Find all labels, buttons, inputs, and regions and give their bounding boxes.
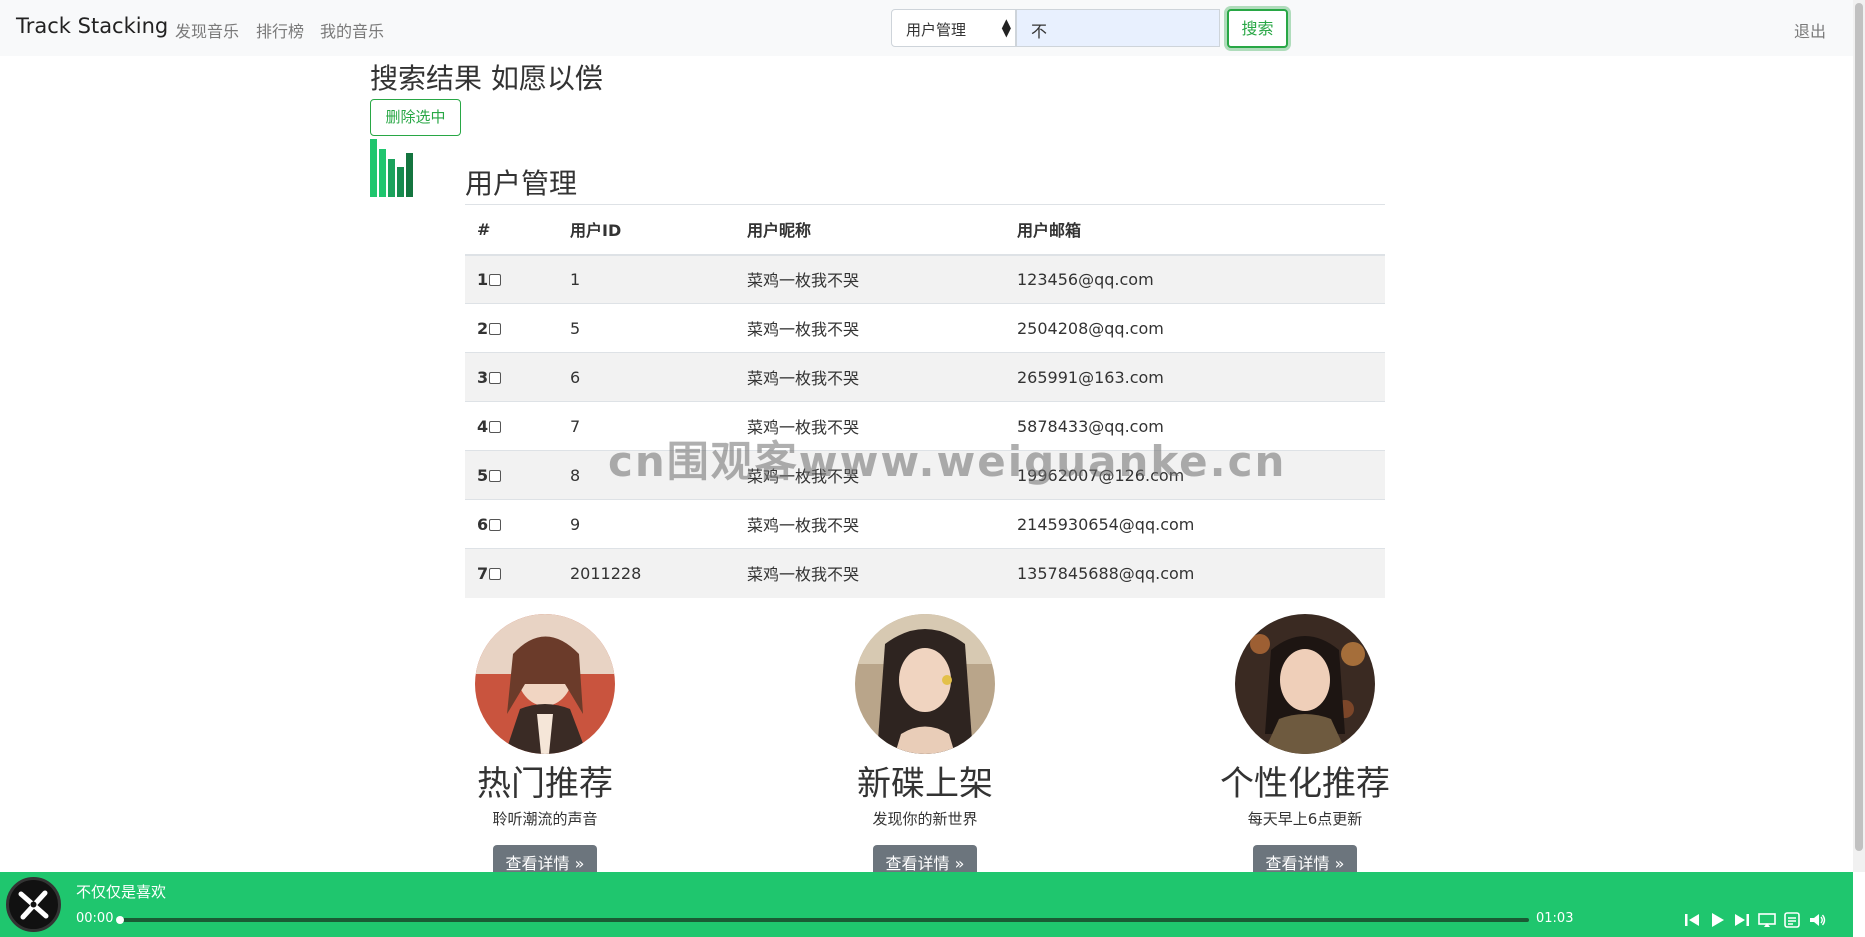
card-avatar-image (855, 614, 995, 754)
row-index: 7 (465, 548, 558, 598)
row-checkbox[interactable] (489, 567, 502, 580)
card-subtitle: 聆听潮流的声音 (492, 810, 598, 828)
row-index: 3 (465, 352, 558, 402)
row-index: 4 (465, 401, 558, 451)
row-email: 1357845688@qq.com (1005, 548, 1385, 598)
section-title: 用户管理 (465, 167, 578, 200)
play-icon[interactable] (1706, 910, 1728, 930)
row-nickname: 菜鸡一枚我不哭 (735, 548, 1005, 598)
nav-link-my-music[interactable]: 我的音乐 (320, 18, 384, 42)
total-time: 01:03 (1536, 911, 1574, 926)
row-email: 2504208@qq.com (1005, 303, 1385, 353)
row-checkbox[interactable] (489, 420, 502, 433)
equalizer-bars-icon (370, 137, 420, 197)
row-nickname: 菜鸡一枚我不哭 (735, 254, 1005, 304)
user-table: # 用户ID 用户昵称 用户邮箱 1 1 菜鸡一枚我不哭 123456@qq.c… (465, 204, 1385, 598)
current-time: 00:00 (76, 911, 114, 926)
scrollbar-thumb[interactable] (1855, 3, 1863, 851)
playlist-icon[interactable] (1781, 910, 1803, 930)
card-title: 个性化推荐 (1220, 764, 1390, 804)
row-nickname: 菜鸡一枚我不哭 (735, 303, 1005, 353)
row-checkbox[interactable] (489, 322, 502, 335)
col-header-email: 用户邮箱 (1005, 204, 1385, 256)
row-index: 2 (465, 303, 558, 353)
col-header-user-id: 用户ID (558, 204, 735, 256)
row-email: 265991@163.com (1005, 352, 1385, 402)
card-avatar-image (1235, 614, 1375, 754)
table-row: 1 1 菜鸡一枚我不哭 123456@qq.com (465, 254, 1385, 304)
card-title: 热门推荐 (477, 764, 613, 804)
page-scrollbar[interactable] (1853, 0, 1865, 872)
row-user-id: 1 (558, 254, 735, 304)
music-player: 不仅仅是喜欢 00:00 01:03 (0, 872, 1853, 937)
table-row: 7 2011228 菜鸡一枚我不哭 1357845688@qq.com (465, 548, 1385, 598)
nav-link-charts[interactable]: 排行榜 (256, 18, 304, 42)
lyrics-icon[interactable] (1756, 910, 1778, 930)
search-input[interactable]: 不 (1016, 9, 1220, 47)
row-email: 2145930654@qq.com (1005, 499, 1385, 549)
next-icon[interactable] (1731, 910, 1753, 930)
col-header-index: # (465, 204, 558, 256)
card-personalized: 个性化推荐 每天早上6点更新 查看详情 » (1145, 614, 1465, 883)
row-index: 1 (465, 254, 558, 304)
album-disc-icon[interactable] (6, 877, 61, 932)
progress-handle[interactable] (116, 916, 124, 924)
nav-link-discover[interactable]: 发现音乐 (175, 18, 239, 42)
row-user-id: 6 (558, 352, 735, 402)
page-title: 搜索结果 如愿以偿 (370, 62, 603, 95)
row-user-id: 5 (558, 303, 735, 353)
row-email: 123456@qq.com (1005, 254, 1385, 304)
row-nickname: 菜鸡一枚我不哭 (735, 352, 1005, 402)
watermark-text: cn围观客www.weiguanke.cn (608, 437, 1287, 486)
song-title: 不仅仅是喜欢 (76, 883, 167, 901)
brand-logo[interactable]: Track Stacking (16, 14, 168, 38)
row-user-id: 2011228 (558, 548, 735, 598)
table-row: 3 6 菜鸡一枚我不哭 265991@163.com (465, 352, 1385, 402)
table-row: 2 5 菜鸡一枚我不哭 2504208@qq.com (465, 303, 1385, 353)
search-type-select[interactable]: 用户管理 ▲ ▼ (891, 9, 1016, 47)
progress-bar[interactable] (116, 916, 1529, 924)
volume-icon[interactable] (1806, 910, 1828, 930)
search-button[interactable]: 搜索 (1227, 9, 1288, 48)
row-checkbox[interactable] (489, 518, 502, 531)
row-checkbox[interactable] (489, 371, 502, 384)
row-index: 5 (465, 450, 558, 500)
card-subtitle: 发现你的新世界 (872, 810, 978, 828)
table-header-row: # 用户ID 用户昵称 用户邮箱 (465, 204, 1385, 256)
navbar: Track Stacking 发现音乐 排行榜 我的音乐 用户管理 ▲ ▼ 不 搜… (0, 0, 1853, 56)
col-header-nickname: 用户昵称 (735, 204, 1005, 256)
table-row: 6 9 菜鸡一枚我不哭 2145930654@qq.com (465, 499, 1385, 549)
card-avatar-image (475, 614, 615, 754)
card-new-albums: 新碟上架 发现你的新世界 查看详情 » (765, 614, 1085, 883)
row-nickname: 菜鸡一枚我不哭 (735, 499, 1005, 549)
row-checkbox[interactable] (489, 273, 502, 286)
search-type-value: 用户管理 (906, 21, 967, 39)
card-hot-recommend: 热门推荐 聆听潮流的声音 查看详情 » (385, 614, 705, 883)
card-subtitle: 每天早上6点更新 (1247, 810, 1363, 828)
logout-link[interactable]: 退出 (1794, 18, 1826, 42)
card-title: 新碟上架 (857, 764, 993, 804)
select-arrows-icon: ▲ ▼ (1001, 16, 1011, 39)
row-user-id: 9 (558, 499, 735, 549)
row-index: 6 (465, 499, 558, 549)
row-checkbox[interactable] (489, 469, 502, 482)
prev-icon[interactable] (1681, 910, 1703, 930)
delete-selected-button[interactable]: 删除选中 (370, 99, 461, 136)
